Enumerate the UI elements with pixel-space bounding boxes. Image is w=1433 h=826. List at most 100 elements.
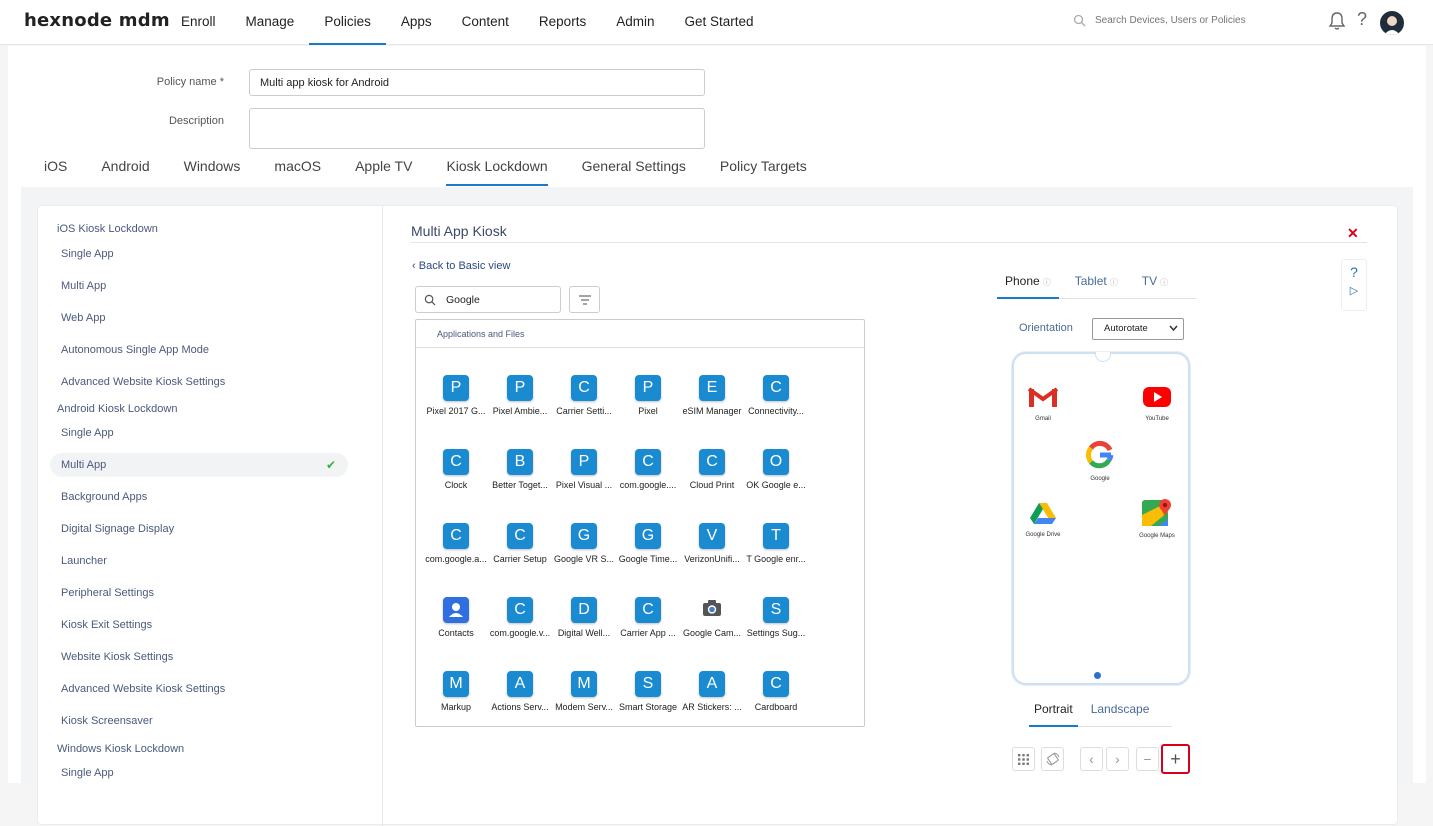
app-tile[interactable]: Ccom.google.... — [616, 449, 680, 523]
app-tile[interactable]: T T Google enr... — [744, 523, 808, 597]
app-tile[interactable]: C Clock — [424, 449, 488, 523]
app-tile[interactable]: S Settings Sug... — [744, 597, 808, 671]
app-tile[interactable]: P Pixel 2017 G... — [424, 375, 488, 449]
sidebar-item-ios-web-app[interactable]: Web App — [50, 306, 348, 330]
sidebar-item-digital-signage[interactable]: Digital Signage Display — [50, 517, 348, 541]
tab-tv[interactable]: TV ⓘ — [1142, 274, 1168, 298]
policy-name-input[interactable] — [249, 69, 705, 96]
app-tile[interactable]: C Carrier App ... — [616, 597, 680, 671]
tab-policy-targets[interactable]: Policy Targets — [720, 158, 807, 186]
phone-app-google-maps[interactable]: Google Maps — [1132, 497, 1182, 539]
contacts-icon — [443, 597, 469, 623]
brand-logo[interactable]: hexnode mdm — [24, 10, 170, 31]
app-tile[interactable]: P Pixel Visual ... — [552, 449, 616, 523]
app-tile[interactable]: P Pixel Ambie... — [488, 375, 552, 449]
filter-icon — [578, 294, 591, 305]
app-row: Ccom.google.a... C Carrier Setup G Google VR… — [424, 523, 864, 597]
tab-windows[interactable]: Windows — [184, 158, 241, 186]
help-icon[interactable]: ? — [1342, 264, 1366, 280]
app-tile[interactable]: P Pixel — [616, 375, 680, 449]
phone-app-youtube[interactable]: YouTube — [1132, 384, 1182, 422]
nav-policies[interactable]: Policies — [309, 0, 386, 45]
app-search — [415, 286, 561, 313]
app-tile[interactable]: C Cardboard — [744, 671, 808, 726]
play-icon[interactable]: ▷ — [1342, 284, 1366, 297]
minus-icon[interactable]: − — [1136, 747, 1159, 771]
chevron-left-icon[interactable]: ‹ — [1080, 747, 1103, 771]
sidebar-item-launcher[interactable]: Launcher — [50, 549, 348, 573]
app-tile[interactable]: Ccom.google.a... — [424, 523, 488, 597]
phone-app-google[interactable]: Google — [1075, 440, 1125, 482]
back-link-label: Back to Basic view — [418, 260, 511, 272]
nav-admin[interactable]: Admin — [601, 0, 669, 45]
app-tile[interactable]: C Carrier Setup — [488, 523, 552, 597]
tab-tablet[interactable]: Tablet ⓘ — [1075, 274, 1118, 298]
description-input[interactable] — [249, 108, 705, 149]
tab-portrait[interactable]: Portrait — [1029, 702, 1078, 727]
app-tile[interactable]: M Markup — [424, 671, 488, 726]
tab-general-settings[interactable]: General Settings — [582, 158, 686, 186]
sidebar-item-ios-single-app[interactable]: Single App — [50, 242, 348, 266]
app-tile[interactable]: C Connectivity... — [744, 375, 808, 449]
app-search-input[interactable] — [446, 293, 546, 306]
app-tile[interactable]: G Google VR S... — [552, 523, 616, 597]
orientation-select[interactable]: Autorotate — [1092, 318, 1184, 340]
sidebar-item-website-kiosk[interactable]: Website Kiosk Settings — [50, 645, 348, 669]
tab-apple-tv[interactable]: Apple TV — [355, 158, 412, 186]
sidebar-item-ios-advanced-website[interactable]: Advanced Website Kiosk Settings — [50, 370, 348, 394]
app-tile[interactable]: O OK Google e... — [744, 449, 808, 523]
sidebar-item-ios-autonomous[interactable]: Autonomous Single App Mode — [50, 338, 348, 362]
sidebar-item-background-apps[interactable]: Background Apps — [50, 485, 348, 509]
sidebar-item-kiosk-exit[interactable]: Kiosk Exit Settings — [50, 613, 348, 637]
app-tile[interactable]: V VerizonUnifi... — [680, 523, 744, 597]
plus-icon[interactable]: + — [1161, 744, 1190, 774]
app-tile[interactable]: Ccom.google.v... — [488, 597, 552, 671]
sidebar-item-android-multi-app[interactable]: Multi App ✔ — [50, 453, 348, 477]
app-tile[interactable]: C Carrier Setti... — [552, 375, 616, 449]
app-tile[interactable]: C Cloud Print — [680, 449, 744, 523]
app-tile[interactable]: A Actions Serv... — [488, 671, 552, 726]
tab-macos[interactable]: macOS — [274, 158, 321, 186]
help-icon[interactable]: ? — [1357, 9, 1367, 30]
nav-reports[interactable]: Reports — [524, 0, 601, 45]
app-tile[interactable]: EeSIM Manager — [680, 375, 744, 449]
sidebar-item-kiosk-screensaver[interactable]: Kiosk Screensaver — [50, 709, 348, 733]
sidebar-item-ios-multi-app[interactable]: Multi App — [50, 274, 348, 298]
chevron-right-icon[interactable]: › — [1106, 747, 1129, 771]
nav-content[interactable]: Content — [447, 0, 524, 45]
phone-app-google-drive[interactable]: Google Drive — [1018, 500, 1068, 538]
app-tile[interactable]: M Modem Serv... — [552, 671, 616, 726]
nav-apps[interactable]: Apps — [386, 0, 447, 45]
rotate-icon[interactable] — [1041, 747, 1064, 771]
tab-kiosk-lockdown[interactable]: Kiosk Lockdown — [446, 158, 548, 186]
bell-icon[interactable] — [1328, 11, 1346, 36]
global-search-input[interactable] — [1095, 15, 1275, 26]
tab-phone[interactable]: Phone ⓘ — [997, 274, 1059, 299]
tab-android[interactable]: Android — [101, 158, 149, 186]
app-tile[interactable]: A AR Stickers: ... — [680, 671, 744, 726]
nav-manage[interactable]: Manage — [231, 0, 310, 45]
app-tile[interactable]: Contacts — [424, 597, 488, 671]
tab-ios[interactable]: iOS — [44, 158, 67, 186]
app-tile[interactable]: G Google Time... — [616, 523, 680, 597]
app-tile[interactable]: D Digital Well... — [552, 597, 616, 671]
app-tile[interactable]: B Better Toget... — [488, 449, 552, 523]
grid-icon[interactable] — [1012, 747, 1035, 771]
sidebar-item-advanced-website-kiosk[interactable]: Advanced Website Kiosk Settings — [50, 677, 348, 701]
tab-landscape[interactable]: Landscape — [1091, 702, 1150, 726]
sidebar-item-android-single-app[interactable]: Single App — [50, 421, 348, 445]
app-tile[interactable]: S Smart Storage — [616, 671, 680, 726]
nav-get-started[interactable]: Get Started — [669, 0, 768, 45]
sidebar-item-peripheral[interactable]: Peripheral Settings — [50, 581, 348, 605]
filter-button[interactable] — [569, 286, 600, 313]
sidebar-item-windows-single-app[interactable]: Single App — [50, 761, 348, 785]
app-icon: C — [635, 449, 661, 475]
app-label: com.google.... — [619, 480, 677, 490]
phone-app-gmail[interactable]: Gmail — [1018, 384, 1068, 422]
avatar[interactable] — [1380, 11, 1404, 35]
nav-enroll[interactable]: Enroll — [166, 0, 231, 45]
app-tile[interactable]: Google Cam... — [680, 597, 744, 671]
app-icon: S — [635, 671, 661, 697]
back-to-basic-link[interactable]: ‹ Back to Basic view — [412, 260, 510, 272]
close-icon[interactable]: ✕ — [1347, 225, 1359, 242]
